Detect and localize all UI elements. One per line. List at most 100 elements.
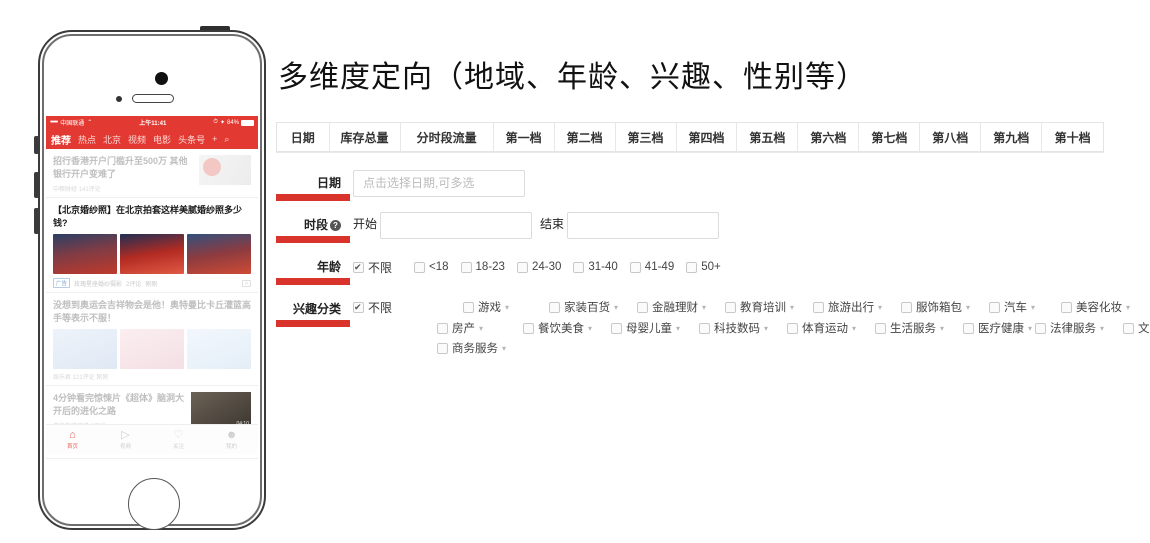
age-option-3[interactable]: 24-30	[516, 258, 561, 276]
checkbox-icon[interactable]	[353, 301, 364, 313]
checkbox-icon[interactable]	[460, 261, 472, 273]
checkbox-icon[interactable]	[637, 301, 648, 313]
tab-10[interactable]: 第八档	[920, 123, 982, 151]
interest-option-1-6[interactable]: 医疗健康 ▾	[963, 320, 1035, 336]
checkbox-icon[interactable]	[414, 261, 426, 273]
date-input[interactable]: 点击选择日期,可多选	[353, 170, 525, 197]
chevron-down-icon[interactable]: ▾	[966, 303, 970, 312]
checkbox-icon[interactable]	[523, 322, 534, 334]
checkbox-icon[interactable]	[699, 322, 710, 334]
chevron-down-icon[interactable]: ▾	[940, 324, 944, 333]
interest-option-0-5[interactable]: 服饰箱包 ▾	[901, 299, 989, 315]
interest-option-1-0[interactable]: 房产 ▾	[437, 320, 523, 336]
interest-option-1-4[interactable]: 体育运动 ▾	[787, 320, 875, 336]
chevron-down-icon[interactable]: ▾	[588, 324, 592, 333]
interest-unlimited-option[interactable]: 不限	[353, 298, 437, 316]
interest-row-second[interactable]: 房产 ▾ 餐饮美食 ▾ 母婴儿童 ▾ 科技数码 ▾ 体育运动 ▾ 生活服务 ▾ 医疗健康 ▾ 法律服务 ▾ 文化…	[353, 316, 1150, 336]
interest-categories-row-1[interactable]: 游戏 ▾ 家装百货 ▾ 金融理财 ▾ 教育培训 ▾ 旅游出行 ▾ 服饰箱包 ▾ 汽车 ▾ 美容化妆 ▾	[463, 299, 1150, 315]
interest-option-0-6[interactable]: 汽车 ▾	[989, 299, 1061, 315]
age-option-5[interactable]: 41-49	[629, 258, 674, 276]
chevron-down-icon[interactable]: ▾	[505, 303, 509, 312]
checkbox-icon[interactable]	[787, 322, 798, 334]
tab-8[interactable]: 第六档	[798, 123, 860, 151]
help-icon[interactable]: ?	[330, 220, 341, 231]
chevron-down-icon[interactable]: ▾	[1126, 303, 1130, 312]
checkbox-icon[interactable]	[686, 261, 698, 273]
phone-nav-tab-beijing[interactable]: 北京	[103, 133, 121, 146]
tab-7[interactable]: 第五档	[737, 123, 799, 151]
checkbox-icon[interactable]	[437, 322, 448, 334]
checkbox-icon[interactable]	[813, 301, 824, 313]
tab-5[interactable]: 第三档	[616, 123, 677, 151]
chevron-down-icon[interactable]: ▾	[852, 324, 856, 333]
tab-12[interactable]: 第十档	[1042, 123, 1103, 151]
interest-row-third[interactable]: 商务服务 ▾	[353, 336, 1150, 356]
age-options[interactable]: 不限 <18 18-23 24-30 31-40 41-49 50+	[353, 252, 721, 276]
phone-nav-tab-toutiaohao[interactable]: 头条号	[178, 133, 205, 146]
interest-option-1-5[interactable]: 生活服务 ▾	[875, 320, 963, 336]
phone-nav-search-icon[interactable]: ⌕	[224, 134, 229, 145]
checkbox-icon[interactable]	[1061, 301, 1072, 313]
interest-option-1-8[interactable]: 文化娱乐▾	[1123, 320, 1150, 336]
age-option-0[interactable]: 不限	[353, 258, 392, 276]
age-option-1[interactable]: <18	[414, 258, 449, 276]
tab-2[interactable]: 分时段流量	[401, 123, 494, 151]
chevron-down-icon[interactable]: ▾	[479, 324, 483, 333]
tab-9[interactable]: 第七档	[859, 123, 921, 151]
feed-item-wedding-ad[interactable]: 【北京婚纱照】在北京拍套这样美腻婚纱照多少钱? 广告 玫瑰星座婚纱摄影 2评论 …	[46, 198, 258, 293]
checkbox-icon[interactable]	[516, 261, 528, 273]
chevron-down-icon[interactable]: ▾	[1031, 303, 1035, 312]
timeslot-start-input[interactable]	[380, 212, 533, 239]
tab-1[interactable]: 库存总量	[330, 123, 401, 151]
tab-4[interactable]: 第二档	[555, 123, 616, 151]
timeslot-end-input[interactable]	[567, 212, 720, 239]
ad-close-icon[interactable]: ✕	[242, 279, 251, 287]
chevron-down-icon[interactable]: ▾	[878, 303, 882, 312]
tab-6[interactable]: 第四档	[677, 123, 738, 151]
phone-nav-tab-video[interactable]: 视频	[128, 133, 146, 146]
phone-nav-tab-hot[interactable]: 热点	[78, 133, 96, 146]
checkbox-icon[interactable]	[437, 342, 448, 354]
checkbox-icon[interactable]	[611, 322, 622, 334]
phone-nav-add-button[interactable]: +	[212, 134, 217, 144]
interest-option-0-2[interactable]: 金融理财 ▾	[637, 299, 725, 315]
checkbox-icon[interactable]	[725, 301, 736, 313]
checkbox-icon[interactable]	[963, 322, 974, 334]
checkbox-icon[interactable]	[875, 322, 886, 334]
chevron-down-icon[interactable]: ▾	[502, 344, 506, 353]
interest-option-1-3[interactable]: 科技数码 ▾	[699, 320, 787, 336]
chevron-down-icon[interactable]: ▾	[790, 303, 794, 312]
interest-categories-row-3[interactable]: 商务服务 ▾	[437, 340, 1150, 356]
age-option-2[interactable]: 18-23	[460, 258, 505, 276]
phone-tabbar-item-follow[interactable]: ♡ 关注	[152, 429, 205, 450]
chevron-down-icon[interactable]: ▾	[702, 303, 706, 312]
checkbox-icon[interactable]	[573, 261, 585, 273]
checkbox-icon[interactable]	[463, 301, 474, 313]
tab-11[interactable]: 第九档	[981, 123, 1043, 151]
age-option-4[interactable]: 31-40	[573, 258, 618, 276]
interest-option-0-0[interactable]: 游戏 ▾	[463, 299, 549, 315]
feed-item-bank-ad[interactable]: 招行香港开户门槛升至500万 其他银行开户变难了 中粮财经 141评论	[46, 149, 258, 198]
checkbox-icon[interactable]	[1035, 322, 1046, 334]
interest-option-0-4[interactable]: 旅游出行 ▾	[813, 299, 901, 315]
checkbox-icon[interactable]	[989, 301, 1000, 313]
feed-item-olympics[interactable]: 没想到奥运会吉祥物会是他！奥特曼比卡丘灌篮高手等表示不服！ 娱乐君 121评论 …	[46, 293, 258, 386]
interest-option-1-2[interactable]: 母婴儿童 ▾	[611, 320, 699, 336]
interest-option-0-1[interactable]: 家装百货 ▾	[549, 299, 637, 315]
phone-tabbar-item-video[interactable]: ▷ 视频	[99, 429, 152, 450]
checkbox-icon[interactable]	[353, 261, 364, 273]
tab-3[interactable]: 第一档	[494, 123, 555, 151]
age-option-6[interactable]: 50+	[686, 258, 721, 276]
chevron-down-icon[interactable]: ▾	[764, 324, 768, 333]
interest-option-1-1[interactable]: 餐饮美食 ▾	[523, 320, 611, 336]
checkbox-icon[interactable]	[629, 261, 641, 273]
chevron-down-icon[interactable]: ▾	[1100, 324, 1104, 333]
chevron-down-icon[interactable]: ▾	[614, 303, 618, 312]
phone-tabbar-item-home[interactable]: ⌂ 首页	[46, 429, 99, 450]
interest-option-0-3[interactable]: 教育培训 ▾	[725, 299, 813, 315]
phone-nav-tab-recommend[interactable]: 推荐	[51, 132, 71, 147]
tab-bar[interactable]: 日期 库存总量 分时段流量 第一档 第二档 第三档 第四档 第五档 第六档 第七档 第八档 第九档 第十…	[276, 122, 1104, 152]
checkbox-icon[interactable]	[549, 301, 560, 313]
chevron-down-icon[interactable]: ▾	[676, 324, 680, 333]
phone-home-button[interactable]	[128, 478, 180, 530]
